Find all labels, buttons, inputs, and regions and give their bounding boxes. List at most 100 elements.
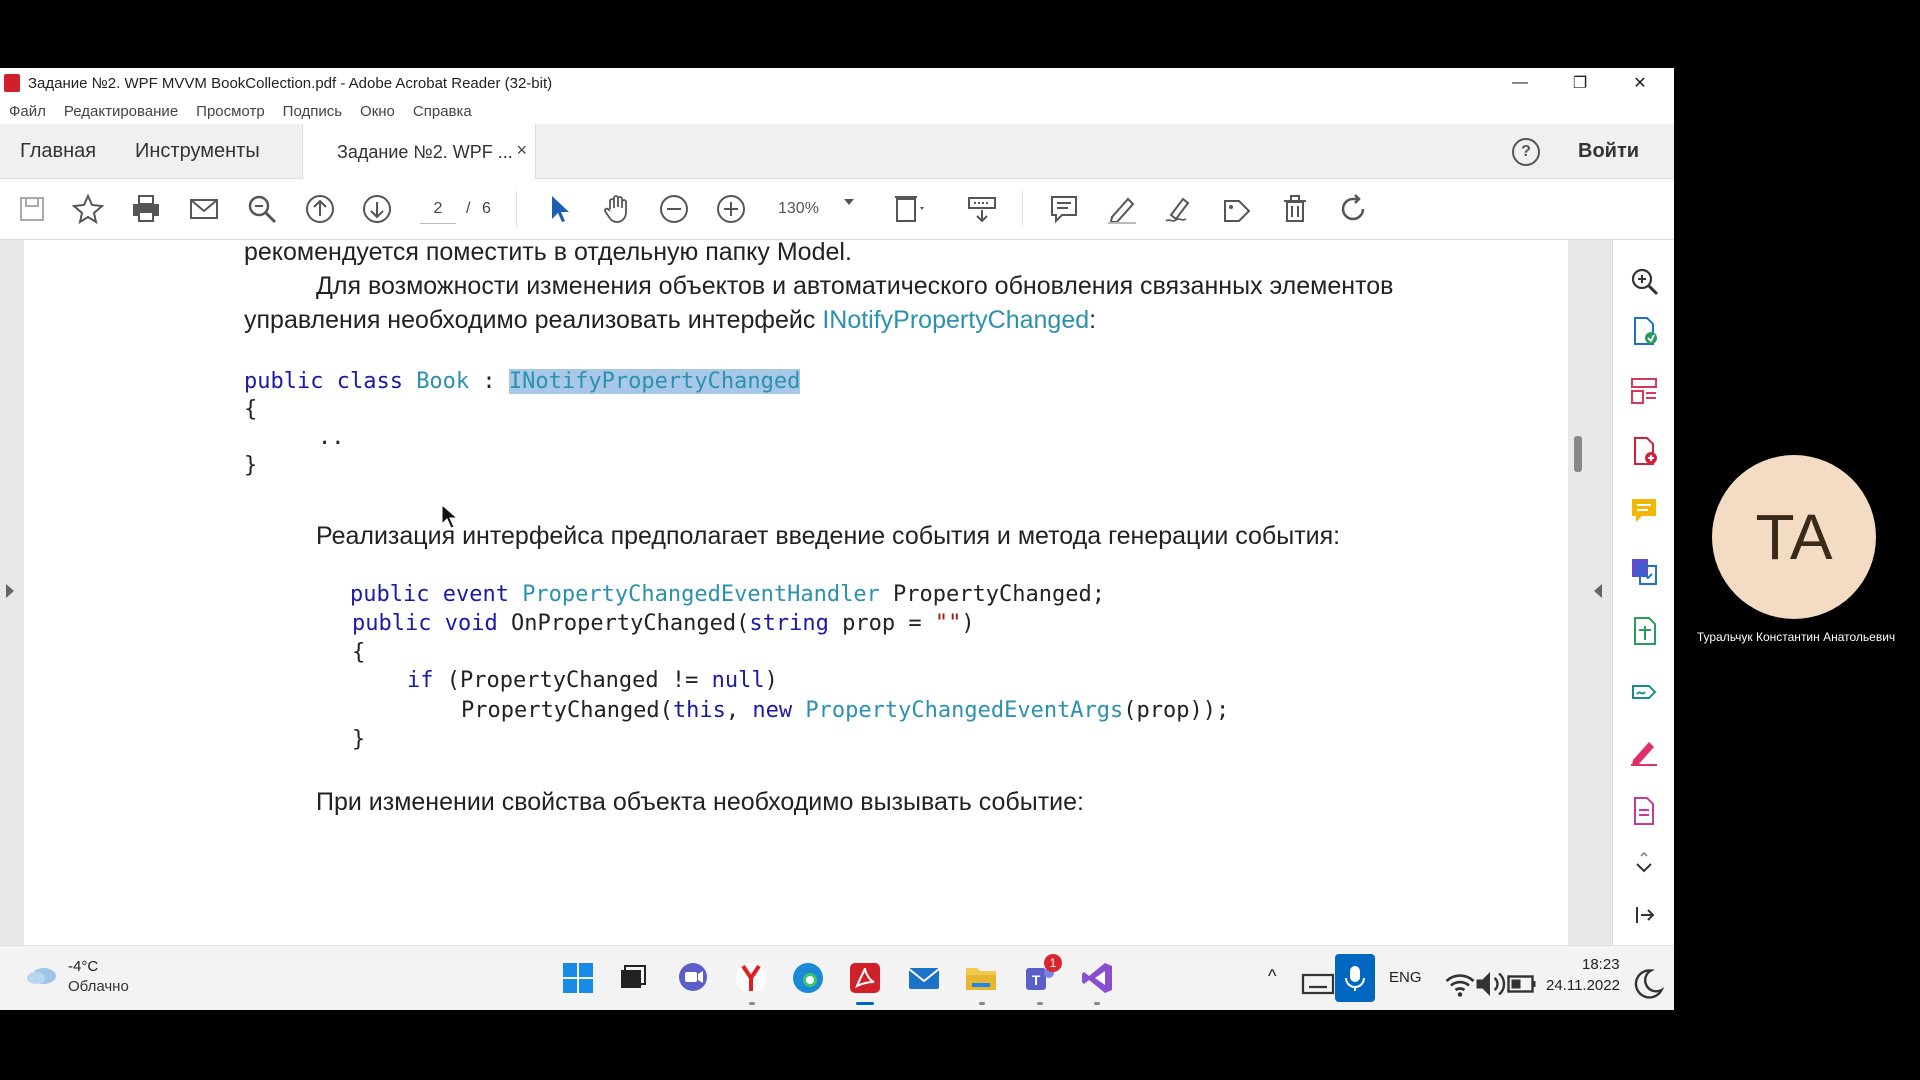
doc-para-2: Реализация интерфейса предполагает введе…	[316, 522, 1341, 550]
save-icon[interactable]	[16, 193, 48, 225]
print-icon[interactable]	[130, 193, 162, 225]
scrollbar-thumb[interactable]	[1574, 436, 1582, 472]
taskbar: -4°C Облачно T 1 ^ ENG 18:23 24.11.2022	[0, 945, 1674, 1010]
code-block-2-line-4: if (PropertyChanged != null)	[407, 668, 778, 693]
next-page-icon[interactable]	[361, 193, 393, 225]
volume-icon[interactable]	[1472, 966, 1506, 996]
tab-home[interactable]: Главная	[20, 140, 96, 163]
bookmark-star-icon[interactable]	[71, 193, 105, 225]
yandex-browser-icon[interactable]	[733, 960, 769, 996]
language-indicator[interactable]: ENG	[1389, 969, 1422, 986]
prev-page-icon[interactable]	[304, 193, 336, 225]
zoom-select[interactable]: 130%	[778, 195, 819, 223]
running-indicator	[1037, 1002, 1043, 1005]
running-indicator	[749, 1002, 755, 1005]
code-type: Book	[416, 369, 470, 394]
search-icon[interactable]	[246, 193, 278, 225]
zoom-in-icon[interactable]	[715, 193, 747, 225]
comment-icon[interactable]	[1048, 193, 1080, 225]
zoom-out-icon[interactable]	[658, 193, 690, 225]
signin-button[interactable]: Войти	[1578, 140, 1639, 163]
visual-studio-icon[interactable]	[1079, 960, 1115, 996]
code-text: )	[961, 611, 975, 636]
rotate-undo-icon[interactable]	[1337, 193, 1369, 225]
menu-view[interactable]: Просмотр	[196, 103, 265, 120]
page-total: 6	[482, 200, 491, 217]
edit-pen-icon[interactable]	[1629, 736, 1659, 766]
export-pdf-icon[interactable]	[1629, 316, 1659, 346]
tab-document[interactable]: Задание №2. WPF ... ×	[302, 124, 536, 179]
toolbar-divider	[1022, 191, 1023, 227]
menu-sign[interactable]: Подпись	[283, 103, 342, 120]
chat-icon[interactable]	[675, 960, 711, 996]
collapse-right-pane-icon[interactable]	[1594, 584, 1602, 598]
scroll-mode-icon[interactable]	[966, 193, 998, 225]
email-icon[interactable]	[188, 193, 220, 225]
windows-start-icon[interactable]	[560, 960, 596, 996]
sign-pen-icon[interactable]	[1163, 193, 1195, 225]
tab-document-label: Задание №2. WPF ...	[337, 142, 513, 162]
fill-sign-icon[interactable]	[1629, 676, 1659, 706]
menu-bar: Файл Редактирование Просмотр Подпись Окн…	[0, 98, 1674, 124]
page-number-input[interactable]: 2	[420, 195, 456, 224]
code-block-1-line-3: ..	[318, 425, 345, 450]
code-keyword: new	[752, 698, 793, 723]
code-text: (PropertyChanged !=	[433, 668, 712, 693]
help-icon[interactable]: ?	[1512, 138, 1540, 166]
expand-left-pane-icon[interactable]	[6, 584, 14, 598]
doc-line-3-link: INotifyPropertyChanged	[822, 306, 1090, 334]
tab-close-icon[interactable]: ×	[516, 140, 527, 161]
code-block-2-line-1: public event PropertyChangedEventHandler…	[350, 582, 1105, 607]
show-hidden-icons-chevron-icon[interactable]: ^	[1268, 966, 1276, 987]
focus-moon-icon[interactable]	[1630, 966, 1665, 999]
stamp-tag-icon[interactable]	[1221, 193, 1253, 225]
collapse-pane-icon[interactable]	[1629, 900, 1659, 930]
menu-file[interactable]: Файл	[9, 103, 46, 120]
mouse-pointer-icon	[441, 503, 459, 535]
clock-date[interactable]: 24.11.2022	[1546, 977, 1620, 994]
expand-tools-chevron-icon[interactable]	[1629, 850, 1659, 880]
organize-pages-icon[interactable]	[1629, 376, 1659, 406]
wifi-icon[interactable]	[1442, 966, 1475, 997]
acrobat-reader-taskbar-icon[interactable]	[847, 960, 883, 996]
create-pdf-icon[interactable]	[1629, 436, 1659, 466]
hand-tool-icon[interactable]	[601, 193, 633, 225]
zoom-search-icon[interactable]	[1629, 266, 1659, 296]
task-view-icon[interactable]	[614, 960, 650, 996]
menu-edit[interactable]: Редактирование	[64, 103, 178, 120]
restore-button[interactable]: ❐	[1550, 68, 1610, 98]
menu-help[interactable]: Справка	[413, 103, 472, 120]
code-type: PropertyChangedEventHandler	[522, 582, 880, 607]
delete-trash-icon[interactable]	[1279, 193, 1311, 225]
edge-browser-icon[interactable]	[790, 960, 826, 996]
minimize-button[interactable]: —	[1490, 68, 1550, 98]
page-separator: /	[466, 200, 471, 217]
select-cursor-icon[interactable]	[543, 193, 575, 225]
microphone-button[interactable]	[1335, 954, 1375, 1002]
tab-tools[interactable]: Инструменты	[135, 140, 260, 163]
code-keyword: string	[749, 611, 829, 636]
zoom-dropdown-chevron-icon[interactable]	[844, 199, 854, 205]
convert-pdf-icon[interactable]	[1629, 556, 1659, 586]
comment-tool-icon[interactable]	[1629, 496, 1659, 526]
excel-export-icon[interactable]	[1629, 616, 1659, 646]
fit-page-icon[interactable]	[893, 193, 925, 225]
code-string: ""	[934, 611, 962, 636]
close-button[interactable]: ✕	[1610, 68, 1670, 98]
cloud-weather-icon[interactable]	[24, 962, 60, 986]
code-keyword: public class	[244, 369, 417, 394]
document-properties-icon[interactable]	[1629, 796, 1659, 826]
keyboard-icon[interactable]	[1300, 966, 1335, 995]
toolbar: 2 / 6 130%	[0, 179, 1674, 240]
clock-time[interactable]: 18:23	[1582, 956, 1620, 973]
highlight-pen-icon[interactable]	[1106, 193, 1138, 225]
doc-line-3-suffix: :	[1089, 306, 1097, 334]
right-tools-pane	[1612, 240, 1674, 945]
file-explorer-icon[interactable]	[963, 960, 999, 996]
code-keyword: if	[407, 668, 434, 693]
menu-window[interactable]: Окно	[360, 103, 395, 120]
code-block-2-line-3: {	[352, 640, 366, 665]
code-text: prop =	[828, 611, 935, 636]
mail-icon[interactable]	[906, 960, 942, 996]
battery-icon[interactable]	[1504, 966, 1536, 993]
